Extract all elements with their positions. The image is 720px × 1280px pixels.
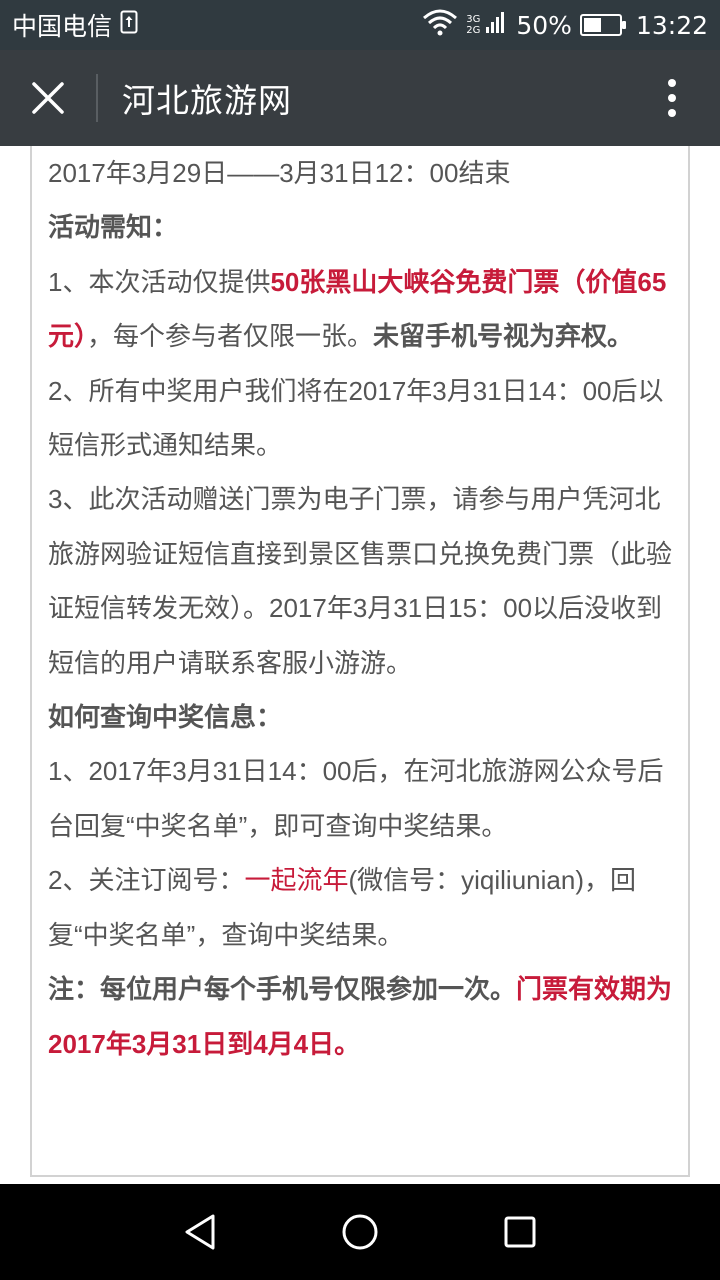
- note-bold: 注：每位用户每个手机号仅限参加一次。: [48, 974, 517, 1005]
- close-button[interactable]: [0, 50, 96, 146]
- battery-fill: [583, 18, 601, 32]
- notice-item-2: 2、所有中奖用户我们将在2017年3月31日14：00后以短信形式通知结果。: [48, 375, 664, 461]
- app-bar: 河北旅游网: [0, 50, 720, 146]
- subscription-account-link[interactable]: 一起流年: [244, 865, 348, 895]
- web-content[interactable]: 2017年3月29日——3月31日12：00结束 活动需知： 1、本次活动仅提供…: [0, 146, 720, 1184]
- status-bar: 中国电信 3G 2G 50% 13:22: [0, 0, 720, 50]
- back-button[interactable]: [160, 1192, 240, 1272]
- notice-heading: 活动需知：: [48, 212, 179, 243]
- note-line: 注：每位用户每个手机号仅限参加一次。门票有效期为2017年3月31日到4月4日。: [48, 962, 678, 1071]
- carrier-name: 中国电信: [12, 12, 113, 41]
- network-type: 3G 2G: [466, 14, 480, 36]
- recents-button[interactable]: [480, 1192, 560, 1272]
- page-title: 河北旅游网: [122, 81, 292, 120]
- network-type-top: 3G: [466, 14, 481, 25]
- signal-icon: [486, 9, 508, 41]
- home-button[interactable]: [320, 1192, 400, 1272]
- battery-percent: 50%: [516, 10, 572, 40]
- more-vertical-icon: [668, 79, 676, 117]
- network-type-bottom: 2G: [466, 25, 481, 36]
- item1-middle: ，每个参与者仅限一张。: [87, 321, 374, 352]
- battery-icon: [579, 14, 626, 36]
- more-options-button[interactable]: [624, 50, 720, 146]
- query-item-2: 2、关注订阅号：一起流年(微信号：yiqiliunian)，回复“中奖名单”，查…: [48, 853, 678, 962]
- upload-notification-icon: [120, 10, 138, 40]
- query2-prefix: 2、关注订阅号：: [48, 865, 245, 896]
- notice-item-3: 3、此次活动赠送门票为电子门票，请参与用户凭河北旅游网验证短信直接到景区售票口兑…: [48, 484, 673, 678]
- wifi-icon: [422, 8, 458, 42]
- notice-item-1: 1、本次活动仅提供50张黑山大峡谷免费门票（价值65元），每个参与者仅限一张。未…: [48, 255, 678, 364]
- query-item-1: 1、2017年3月31日14：00后，在河北旅游网公众号后台回复“中奖名单”，即…: [48, 756, 664, 841]
- home-circle-icon: [342, 1214, 378, 1250]
- item1-bold: 未留手机号视为弃权。: [373, 321, 634, 352]
- item1-prefix: 1、本次活动仅提供: [48, 266, 271, 297]
- article-body: 2017年3月29日——3月31日12：00结束 活动需知： 1、本次活动仅提供…: [48, 146, 678, 1071]
- activity-date-line: 2017年3月29日——3月31日12：00结束: [48, 158, 511, 188]
- close-icon: [32, 82, 64, 114]
- recents-square-icon: [504, 1216, 536, 1248]
- back-triangle-icon: [185, 1214, 215, 1250]
- navigation-bar: [0, 1184, 720, 1280]
- clock: 13:22: [635, 10, 708, 40]
- query-heading: 如何查询中奖信息：: [48, 702, 283, 733]
